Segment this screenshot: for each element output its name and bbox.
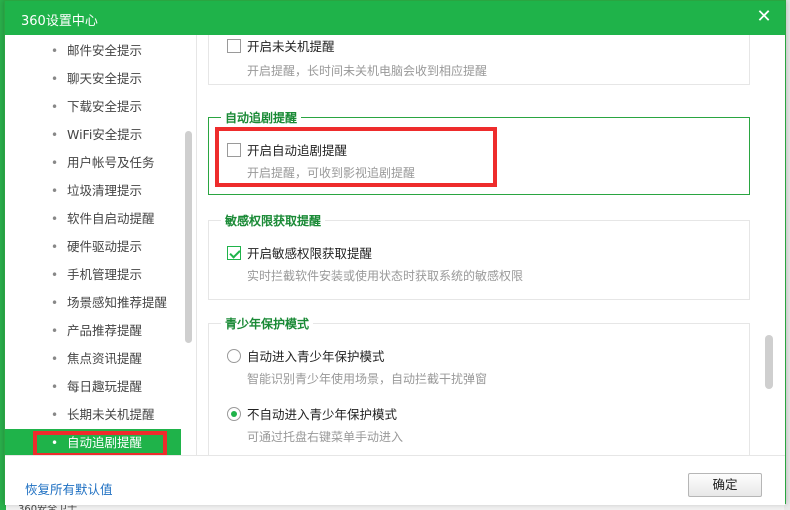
sidebar-item-label: 用户帐号及任务 [67,155,155,170]
sidebar-item-chat-security[interactable]: • 聊天安全提示 [5,65,181,93]
sidebar-item-auto-drama[interactable]: • 自动追剧提醒 [5,429,181,455]
bullet-icon: • [51,436,59,450]
sidebar-item-driver[interactable]: • 硬件驱动提示 [5,233,181,261]
sidebar-item-label: 邮件安全提示 [67,43,143,58]
sidebar-item-label: 焦点资讯提醒 [67,351,143,366]
sidebar-item-label: 手机管理提示 [67,267,143,282]
sidebar-item-long-uptime[interactable]: • 长期未关机提醒 [5,401,181,429]
sidebar-item-phone-manage[interactable]: • 手机管理提示 [5,261,181,289]
bullet-icon: • [51,212,59,226]
shutdown-reminder-checkbox[interactable] [227,38,241,53]
sidebar-item-focus-news[interactable]: • 焦点资讯提醒 [5,345,181,373]
sidebar-item-mail-security[interactable]: • 邮件安全提示 [5,37,181,65]
sensitive-permission-desc: 实时拦截软件安装或使用状态时获取系统的敏感权限 [247,269,524,283]
sidebar-item-label: 产品推荐提醒 [67,323,143,338]
title-bar[interactable]: 360设置中心 ✕ [5,1,785,35]
sidebar-item-label: 软件自启动提醒 [67,211,155,226]
window-title: 360设置中心 [21,14,98,29]
sidebar-item-label: 下载安全提示 [67,99,143,114]
ok-button[interactable]: 确定 [688,473,762,497]
sidebar-item-label: 聊天安全提示 [67,71,143,86]
auto-drama-desc: 开启提醒，可收到影视追剧提醒 [247,166,416,180]
auto-drama-group-title: 自动追剧提醒 [221,109,302,126]
youth-manual-desc: 可通过托盘右键菜单手动进入 [247,430,404,444]
settings-window: 360设置中心 ✕ • 邮件安全提示 • 聊天安全提示 • 下载安全提示 • WiFi安… [4,0,786,505]
bullet-icon: • [51,296,59,310]
youth-protection-group-title: 青少年保护模式 [221,315,314,332]
bullet-icon: • [51,324,59,338]
sidebar-item-junk-cleanup[interactable]: • 垃圾清理提示 [5,177,181,205]
restore-defaults-link[interactable]: 恢复所有默认值 [25,479,113,498]
sidebar-item-account-tasks[interactable]: • 用户帐号及任务 [5,149,181,177]
sidebar-item-label: 长期未关机提醒 [67,407,155,422]
bullet-icon: • [51,128,59,142]
footer: 恢复所有默认值 确定 [5,455,785,505]
sidebar-item-daily-fun[interactable]: • 每日趣玩提醒 [5,373,181,401]
sidebar-scrollbar[interactable] [185,131,192,343]
auto-drama-checkbox[interactable] [227,142,241,157]
bullet-icon: • [51,156,59,170]
sensitive-permission-group-title: 敏感权限获取提醒 [221,212,326,229]
youth-manual-radio[interactable] [227,406,241,421]
youth-auto-option[interactable]: 自动进入青少年保护模式 [227,346,385,365]
bullet-icon: • [51,352,59,366]
youth-auto-label: 自动进入青少年保护模式 [247,349,385,364]
bullet-icon: • [51,240,59,254]
settings-content: 开启未关机提醒 开启提醒，长时间未关机电脑会收到相应提醒 自动追剧提醒 开启自动… [198,35,785,455]
shutdown-reminder-option[interactable]: 开启未关机提醒 [227,36,335,55]
auto-drama-group: 自动追剧提醒 开启自动追剧提醒 开启提醒，可收到影视追剧提醒 [208,109,750,195]
bullet-icon: • [51,72,59,86]
shutdown-reminder-label: 开启未关机提醒 [247,39,335,54]
sensitive-permission-checkbox[interactable] [227,245,241,260]
sidebar: • 邮件安全提示 • 聊天安全提示 • 下载安全提示 • WiFi安全提示 • 用户帐号及… [5,35,197,455]
bullet-icon: • [51,44,59,58]
sidebar-item-label: 硬件驱动提示 [67,239,143,254]
youth-auto-radio[interactable] [227,348,241,363]
sidebar-item-autostart[interactable]: • 软件自启动提醒 [5,205,181,233]
bullet-icon: • [51,184,59,198]
sidebar-item-wifi-security[interactable]: • WiFi安全提示 [5,121,181,149]
sidebar-item-label: WiFi安全提示 [67,127,143,142]
close-icon[interactable]: ✕ [753,6,775,28]
youth-manual-option[interactable]: 不自动进入青少年保护模式 [227,404,397,423]
sidebar-item-label: 垃圾清理提示 [67,183,143,198]
shutdown-reminder-group: 开启未关机提醒 开启提醒，长时间未关机电脑会收到相应提醒 [208,35,750,85]
sensitive-permission-option[interactable]: 开启敏感权限获取提醒 [227,243,372,262]
content-scrollbar[interactable] [765,335,773,389]
sidebar-item-download-security[interactable]: • 下载安全提示 [5,93,181,121]
bullet-icon: • [51,408,59,422]
bullet-icon: • [51,380,59,394]
youth-auto-desc: 智能识别青少年使用场景，自动拦截干扰弹窗 [247,372,488,386]
bullet-icon: • [51,100,59,114]
bullet-icon: • [51,268,59,282]
auto-drama-option[interactable]: 开启自动追剧提醒 [227,140,347,159]
sidebar-item-product-recommend[interactable]: • 产品推荐提醒 [5,317,181,345]
sidebar-item-scene-recommend[interactable]: • 场景感知推荐提醒 [5,289,181,317]
sidebar-item-label: 自动追剧提醒 [67,435,143,450]
youth-manual-label: 不自动进入青少年保护模式 [247,407,398,422]
sidebar-item-label: 每日趣玩提醒 [67,379,143,394]
sensitive-permission-group: 敏感权限获取提醒 开启敏感权限获取提醒 实时拦截软件安装或使用状态时获取系统的敏… [208,212,750,300]
auto-drama-label: 开启自动追剧提醒 [247,143,348,158]
sidebar-item-label: 场景感知推荐提醒 [67,295,168,310]
shutdown-reminder-desc: 开启提醒，长时间未关机电脑会收到相应提醒 [247,64,488,78]
youth-protection-group: 青少年保护模式 自动进入青少年保护模式 智能识别青少年使用场景，自动拦截干扰弹窗… [208,315,750,455]
sensitive-permission-label: 开启敏感权限获取提醒 [247,246,373,261]
